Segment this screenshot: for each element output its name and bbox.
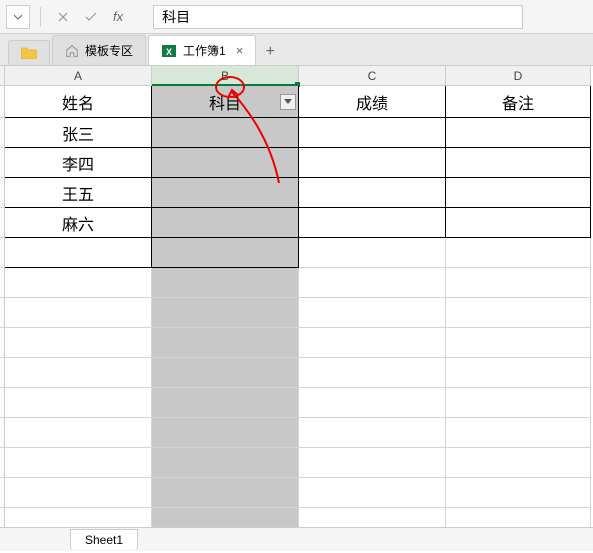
cell[interactable]: [446, 208, 591, 238]
cell[interactable]: [5, 268, 152, 298]
table-row: 麻六: [0, 208, 593, 238]
cell[interactable]: 张三: [5, 118, 152, 148]
cell[interactable]: [299, 178, 446, 208]
cell[interactable]: [299, 388, 446, 418]
cell[interactable]: [152, 328, 299, 358]
cell[interactable]: [5, 238, 152, 268]
accept-icon[interactable]: [79, 5, 103, 29]
cell-header-name[interactable]: 姓名: [5, 86, 152, 118]
cell[interactable]: [299, 238, 446, 268]
col-header-c[interactable]: C: [299, 66, 446, 86]
home-icon: [65, 44, 79, 58]
cell[interactable]: [299, 298, 446, 328]
cell[interactable]: [446, 238, 591, 268]
cell[interactable]: [152, 388, 299, 418]
table-row: [0, 238, 593, 268]
workbook-tab-label: 工作簿1: [183, 42, 226, 59]
excel-icon: X: [161, 43, 177, 59]
cell[interactable]: [152, 298, 299, 328]
table-row: [0, 298, 593, 328]
cell[interactable]: [446, 178, 591, 208]
cell[interactable]: [5, 298, 152, 328]
cell-header-subject[interactable]: 科目: [152, 86, 299, 118]
add-tab-button[interactable]: +: [258, 39, 282, 65]
cell-header-subject-text: 科目: [209, 90, 241, 114]
cell[interactable]: [299, 148, 446, 178]
sheet-tab[interactable]: Sheet1: [70, 529, 138, 550]
template-tab[interactable]: 模板专区: [52, 35, 146, 65]
cell[interactable]: [446, 418, 591, 448]
cell[interactable]: 王五: [5, 178, 152, 208]
cell[interactable]: [5, 388, 152, 418]
cell[interactable]: [299, 118, 446, 148]
table-row: [0, 478, 593, 508]
cell[interactable]: [299, 268, 446, 298]
cell[interactable]: [5, 358, 152, 388]
cell[interactable]: [152, 418, 299, 448]
cell[interactable]: [299, 448, 446, 478]
cell[interactable]: [446, 298, 591, 328]
cell[interactable]: [299, 208, 446, 238]
svg-text:X: X: [166, 47, 172, 57]
cell[interactable]: [446, 448, 591, 478]
table-row: [0, 268, 593, 298]
cell[interactable]: [152, 178, 299, 208]
cell[interactable]: 李四: [5, 148, 152, 178]
cell[interactable]: [299, 478, 446, 508]
folder-icon: [21, 47, 37, 59]
cell[interactable]: [5, 448, 152, 478]
cell[interactable]: [5, 478, 152, 508]
cell-header-score[interactable]: 成绩: [299, 86, 446, 118]
cell[interactable]: [152, 268, 299, 298]
cell[interactable]: [152, 118, 299, 148]
cell[interactable]: [152, 238, 299, 268]
cell[interactable]: [299, 418, 446, 448]
table-row: [0, 448, 593, 478]
cell[interactable]: [152, 478, 299, 508]
close-icon[interactable]: ×: [236, 43, 244, 58]
cell[interactable]: [446, 328, 591, 358]
divider: [40, 7, 41, 27]
table-row: [0, 388, 593, 418]
template-tab-label: 模板专区: [85, 42, 133, 59]
cell[interactable]: [152, 148, 299, 178]
cell[interactable]: [446, 148, 591, 178]
table-row: 张三: [0, 118, 593, 148]
cell[interactable]: [152, 208, 299, 238]
col-header-a[interactable]: A: [5, 66, 152, 86]
cell[interactable]: [299, 328, 446, 358]
file-tabs-row: 模板专区 X 工作簿1 × +: [0, 34, 593, 66]
table-row: 李四: [0, 148, 593, 178]
table-row: [0, 418, 593, 448]
table-row: [0, 358, 593, 388]
cell[interactable]: [5, 418, 152, 448]
cell[interactable]: [446, 388, 591, 418]
cell[interactable]: [446, 268, 591, 298]
col-header-b[interactable]: B: [152, 66, 299, 86]
column-headers: A B C D: [0, 66, 593, 86]
cell[interactable]: 麻六: [5, 208, 152, 238]
cell[interactable]: [446, 358, 591, 388]
sheet-tabs-bar: Sheet1: [0, 527, 593, 551]
formula-input[interactable]: [153, 5, 523, 29]
col-header-d[interactable]: D: [446, 66, 591, 86]
cell-header-remark[interactable]: 备注: [446, 86, 591, 118]
cell[interactable]: [299, 358, 446, 388]
spreadsheet-grid: A B C D 姓名 科目 成绩 备注 张三 李四: [0, 66, 593, 538]
table-row: 姓名 科目 成绩 备注: [0, 86, 593, 118]
folder-tab[interactable]: [8, 40, 50, 65]
cancel-icon[interactable]: [51, 5, 75, 29]
name-box-dropdown[interactable]: [6, 5, 30, 29]
cell[interactable]: [5, 328, 152, 358]
workbook-tab[interactable]: X 工作簿1 ×: [148, 35, 256, 65]
filter-dropdown-icon[interactable]: [280, 94, 296, 110]
fx-icon[interactable]: fx: [113, 9, 123, 24]
formula-bar-row: fx: [0, 0, 593, 34]
cell[interactable]: [446, 478, 591, 508]
cell[interactable]: [446, 118, 591, 148]
cell[interactable]: [152, 448, 299, 478]
table-row: [0, 328, 593, 358]
table-row: 王五: [0, 178, 593, 208]
cell[interactable]: [152, 358, 299, 388]
